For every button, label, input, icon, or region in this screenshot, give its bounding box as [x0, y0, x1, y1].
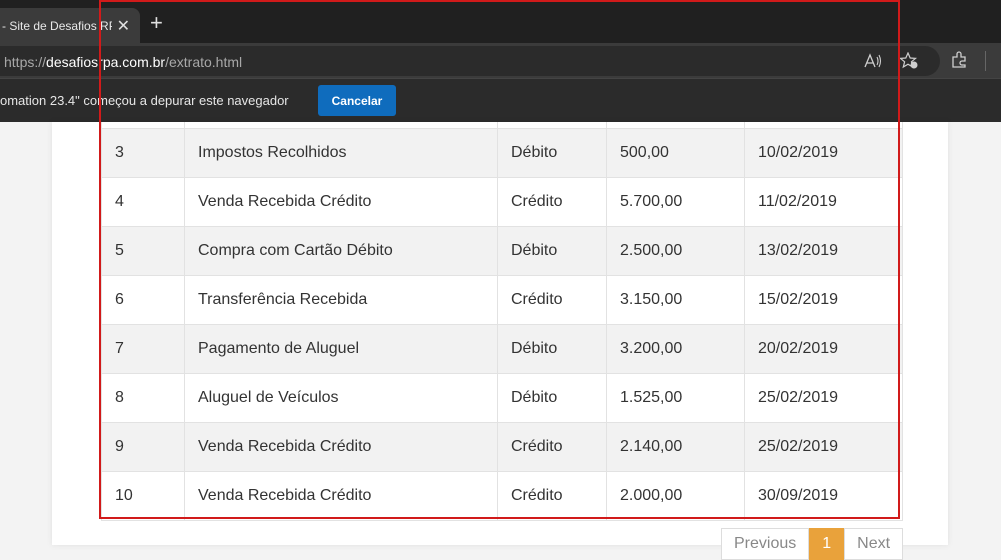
- cell-data: 30/09/2019: [744, 471, 903, 521]
- cell-tipo: Crédito: [497, 275, 607, 325]
- cell-id: 10: [101, 471, 185, 521]
- cell-tipo: Débito: [497, 128, 607, 178]
- tab-bar: - Site de Desafios RPA ✕ +: [0, 0, 1001, 43]
- cancel-button[interactable]: Cancelar: [318, 85, 396, 116]
- cell-tipo: Débito: [497, 324, 607, 374]
- cell-id: 9: [101, 422, 185, 472]
- cell-valor: 2.500,00: [606, 226, 745, 276]
- cell-id: 7: [101, 324, 185, 374]
- cell-descricao: Impostos Recolhidos: [184, 128, 498, 178]
- cell-tipo: Crédito: [497, 422, 607, 472]
- infobar-message: omation 23.4" começou a depurar este nav…: [0, 93, 289, 108]
- cell-valor: 2.000,00: [606, 471, 745, 521]
- cell-valor: 500,00: [606, 128, 745, 178]
- table-row: 4 Venda Recebida Crédito Crédito 5.700,00 11…: [101, 177, 903, 227]
- cell-tipo: Crédito: [497, 177, 607, 227]
- cell-data: 10/02/2019: [744, 128, 903, 178]
- cell-tipo: Crédito: [497, 471, 607, 521]
- divider: [985, 51, 986, 71]
- table-row: 10 Venda Recebida Crédito Crédito 2.000,00 3…: [101, 471, 903, 521]
- cell-id: 5: [101, 226, 185, 276]
- url-text: https://desafiosrpa.com.br/extrato.html: [4, 54, 243, 70]
- cell-id: 6: [101, 275, 185, 325]
- cell-valor: 3.200,00: [606, 324, 745, 374]
- cell-descricao: Aluguel de Veículos: [184, 373, 498, 423]
- cell-descricao: Transferência Recebida: [184, 275, 498, 325]
- cell-tipo: Débito: [497, 373, 607, 423]
- page-1-button[interactable]: 1: [809, 528, 845, 560]
- tab-title: - Site de Desafios RPA: [2, 18, 112, 33]
- extrato-table: 3 Impostos Recolhidos Débito 500,00 10/02/20…: [101, 122, 903, 521]
- close-icon[interactable]: ✕: [117, 16, 130, 36]
- table-row: 5 Compra com Cartão Débito Débito 2.500,00 1…: [101, 226, 903, 276]
- cell-data: 15/02/2019: [744, 275, 903, 325]
- cell-id: 4: [101, 177, 185, 227]
- page-content: 3 Impostos Recolhidos Débito 500,00 10/02/20…: [0, 122, 1001, 545]
- cell-data: 13/02/2019: [744, 226, 903, 276]
- cell-valor: 5.700,00: [606, 177, 745, 227]
- previous-page-button[interactable]: Previous: [721, 528, 810, 560]
- next-page-button[interactable]: Next: [844, 528, 904, 560]
- pagination: Previous 1 Next: [721, 528, 904, 560]
- add-favorite-icon[interactable]: [899, 52, 919, 70]
- browser-tab[interactable]: - Site de Desafios RPA ✕: [0, 8, 140, 43]
- cell-descricao: Pagamento de Aluguel: [184, 324, 498, 374]
- new-tab-icon[interactable]: +: [150, 10, 163, 36]
- cell-valor: 2.140,00: [606, 422, 745, 472]
- table-row: 3 Impostos Recolhidos Débito 500,00 10/02/20…: [101, 128, 903, 178]
- table-row: 9 Venda Recebida Crédito Crédito 2.140,00 25…: [101, 422, 903, 472]
- cell-descricao: Compra com Cartão Débito: [184, 226, 498, 276]
- cell-data: 20/02/2019: [744, 324, 903, 374]
- address-bar: https://desafiosrpa.com.br/extrato.html: [0, 43, 1001, 78]
- table-row: 7 Pagamento de Aluguel Débito 3.200,00 20/02…: [101, 324, 903, 374]
- read-aloud-icon[interactable]: [864, 53, 882, 69]
- cell-data: 11/02/2019: [744, 177, 903, 227]
- cell-descricao: Venda Recebida Crédito: [184, 177, 498, 227]
- cell-id: 3: [101, 128, 185, 178]
- debugging-infobar: omation 23.4" começou a depurar este nav…: [0, 78, 1001, 123]
- cell-valor: 3.150,00: [606, 275, 745, 325]
- cell-data: 25/02/2019: [744, 373, 903, 423]
- cell-tipo: Débito: [497, 226, 607, 276]
- cell-id: 8: [101, 373, 185, 423]
- cell-descricao: Venda Recebida Crédito: [184, 422, 498, 472]
- extensions-icon[interactable]: [950, 51, 968, 69]
- table-row: 6 Transferência Recebida Crédito 3.150,00 15…: [101, 275, 903, 325]
- cell-valor: 1.525,00: [606, 373, 745, 423]
- table-row: 8 Aluguel de Veículos Débito 1.525,00 25/02/…: [101, 373, 903, 423]
- cell-descricao: Venda Recebida Crédito: [184, 471, 498, 521]
- url-field[interactable]: https://desafiosrpa.com.br/extrato.html: [0, 46, 940, 76]
- cell-data: 25/02/2019: [744, 422, 903, 472]
